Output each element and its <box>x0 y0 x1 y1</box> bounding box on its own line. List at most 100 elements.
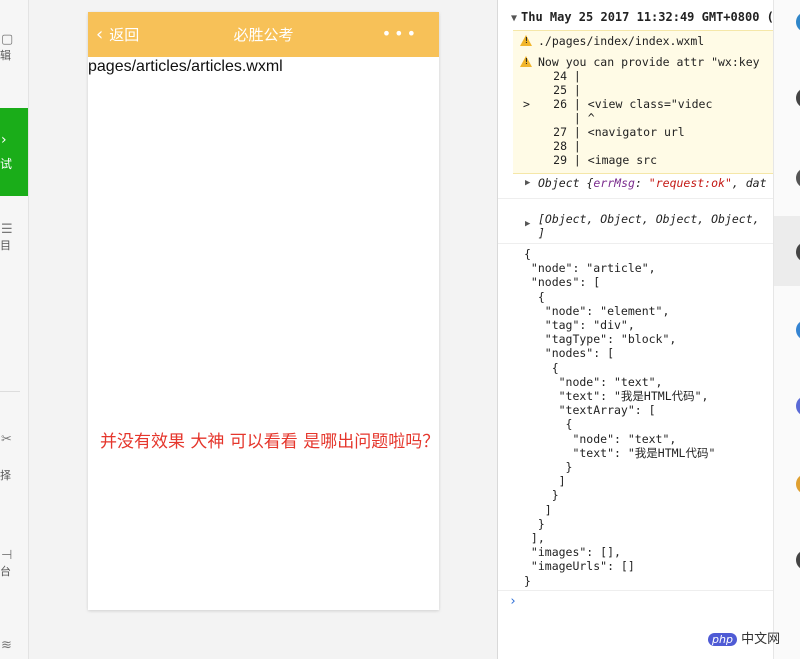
json-line: } <box>524 516 545 531</box>
line-number: 28 <box>553 139 567 153</box>
toolbar-item-backend[interactable]: ⊣ 台 <box>0 548 28 579</box>
console-object-response[interactable]: Object {errMsg: "request:ok", dat <box>538 176 767 190</box>
ide-left-toolbar: ▢ 辑 › 试 ☰ 目 ✂ 择 ⊣ 台 ≋ <box>0 0 29 659</box>
console-divider <box>498 198 774 199</box>
json-line: ] <box>524 502 552 517</box>
array-summary: [Object, Object, Object, Object, <box>538 212 760 226</box>
expand-triangle-icon[interactable]: ▼ <box>507 13 521 24</box>
json-line: "textArray": [ <box>524 403 656 418</box>
toolbar-item-backend-label: 台 <box>0 565 11 578</box>
warning-icon <box>520 56 532 67</box>
toolbar-divider <box>0 391 20 392</box>
toolbar-item-edit[interactable]: ▢ 辑 <box>0 32 28 63</box>
toolbar-item-cut[interactable]: ✂ 择 <box>0 432 28 482</box>
avatar-icon[interactable] <box>796 396 800 416</box>
avatar-icon[interactable] <box>796 320 800 340</box>
code-line: 27 | <navigator url <box>537 125 685 139</box>
object-key: errMsg <box>593 176 635 190</box>
edit-icon: ▢ <box>1 32 14 47</box>
json-line: "nodes": [ <box>524 346 615 361</box>
code-line: >26 | <view class="videc <box>523 97 713 111</box>
avatar-icon[interactable] <box>796 88 800 108</box>
json-line: { <box>524 417 573 432</box>
avatar-icon[interactable] <box>796 168 800 188</box>
avatar-icon[interactable] <box>796 12 800 32</box>
warning-file: ./pages/index/index.wxml <box>538 34 705 48</box>
console-divider <box>498 590 774 591</box>
code-line: 29 | <image src <box>537 153 657 167</box>
expand-triangle-icon[interactable]: ▶ <box>525 178 530 188</box>
json-line: ] <box>524 474 566 489</box>
line-number: 27 <box>553 125 567 139</box>
code-line: 28 | <box>537 139 581 153</box>
console-object-array[interactable]: [Object, Object, Object, Object, ] <box>538 212 760 240</box>
console-divider <box>498 243 774 244</box>
page-path-text: pages/articles/articles.wxml <box>88 58 283 75</box>
json-line: "tagType": "block", <box>524 332 677 347</box>
code-text: <navigator url <box>580 125 685 139</box>
console-prompt[interactable]: › <box>509 594 517 609</box>
line-number: 26 <box>553 97 567 111</box>
avatar-icon[interactable] <box>796 550 800 570</box>
code-text: <image src <box>580 153 658 167</box>
warning-icon <box>520 35 532 46</box>
warning-block: ./pages/index/index.wxml Now you can pro… <box>513 30 774 174</box>
navigation-bar: ‹ 返回 必胜公考 ••• <box>88 12 439 57</box>
toolbar-item-project[interactable]: ☰ 目 <box>0 222 28 253</box>
layers-icon: ≋ <box>1 638 12 653</box>
console-timestamp: Thu May 25 2017 11:32:49 GMT+0800 ( <box>521 10 774 24</box>
json-line: } <box>524 460 573 474</box>
json-line: } <box>524 488 559 503</box>
backend-icon: ⊣ <box>1 548 13 563</box>
cut-icon: ✂ <box>1 432 12 447</box>
toolbar-item-debug[interactable]: › 试 <box>0 108 28 196</box>
avatar-icon[interactable] <box>796 474 800 494</box>
warning-line: Now you can provide attr "wx:key <box>520 55 760 69</box>
watermark-badge: php <box>708 633 737 646</box>
toolbar-item-edit-label: 辑 <box>0 49 11 62</box>
json-line: "nodes": [ <box>524 275 601 290</box>
devtools-console: ▼Thu May 25 2017 11:32:49 GMT+0800 ( ./p… <box>497 0 774 659</box>
toolbar-item-layers[interactable]: ≋ <box>0 638 28 653</box>
object-value: "request:ok" <box>648 176 732 190</box>
site-watermark: php 中文网 <box>708 628 780 647</box>
object-sep: : <box>634 176 649 190</box>
current-line-marker: > <box>523 97 530 111</box>
object-prefix: Object { <box>538 176 594 190</box>
array-close: ] <box>538 226 545 240</box>
json-line: } <box>524 573 531 588</box>
line-number: 25 <box>553 83 567 97</box>
warning-line: ./pages/index/index.wxml <box>520 34 704 48</box>
json-line: "node": "text", <box>524 374 663 389</box>
code-text: ^ <box>580 111 595 125</box>
more-options-icon[interactable]: ••• <box>382 23 419 45</box>
json-line: { <box>524 247 531 261</box>
warning-message: Now you can provide attr "wx:key <box>538 55 760 69</box>
json-line: "text": "我是HTML代码", <box>524 389 709 403</box>
code-line: | ^ <box>567 111 595 125</box>
code-line: 24 | <box>537 69 581 83</box>
object-rest: , dat <box>731 176 767 190</box>
json-line: "text": "我是HTML代码" <box>524 445 716 460</box>
toolbar-item-cut-label: 择 <box>0 469 11 482</box>
json-line: ], <box>524 531 545 545</box>
json-line: { <box>524 289 545 304</box>
ide-right-panel <box>773 0 800 659</box>
json-line: { <box>524 360 559 375</box>
console-log-header[interactable]: ▼ Thu May 25 2017 11:32:49 GMT+0800 ( <box>498 10 774 24</box>
toolbar-item-debug-label: 试 <box>0 157 13 171</box>
json-line: "images": [], <box>524 545 621 560</box>
toolbar-item-project-label: 目 <box>0 239 11 252</box>
line-number: 29 <box>553 153 567 167</box>
json-line: "node": "element", <box>524 303 670 318</box>
code-text: <view class="videc <box>580 97 713 111</box>
expand-triangle-icon[interactable]: ▶ <box>525 219 530 229</box>
json-line: "tag": "div", <box>524 318 635 332</box>
debug-chevron-icon: › <box>1 132 7 148</box>
json-line: "node": "text", <box>524 431 677 446</box>
project-icon: ☰ <box>1 222 13 237</box>
annotation-text: 并没有效果 大神 可以看看 是哪出问题啦吗？ <box>100 432 440 452</box>
line-number: 24 <box>553 69 567 83</box>
json-line: "imageUrls": [] <box>524 559 635 574</box>
json-line: "node": "article", <box>524 261 656 276</box>
